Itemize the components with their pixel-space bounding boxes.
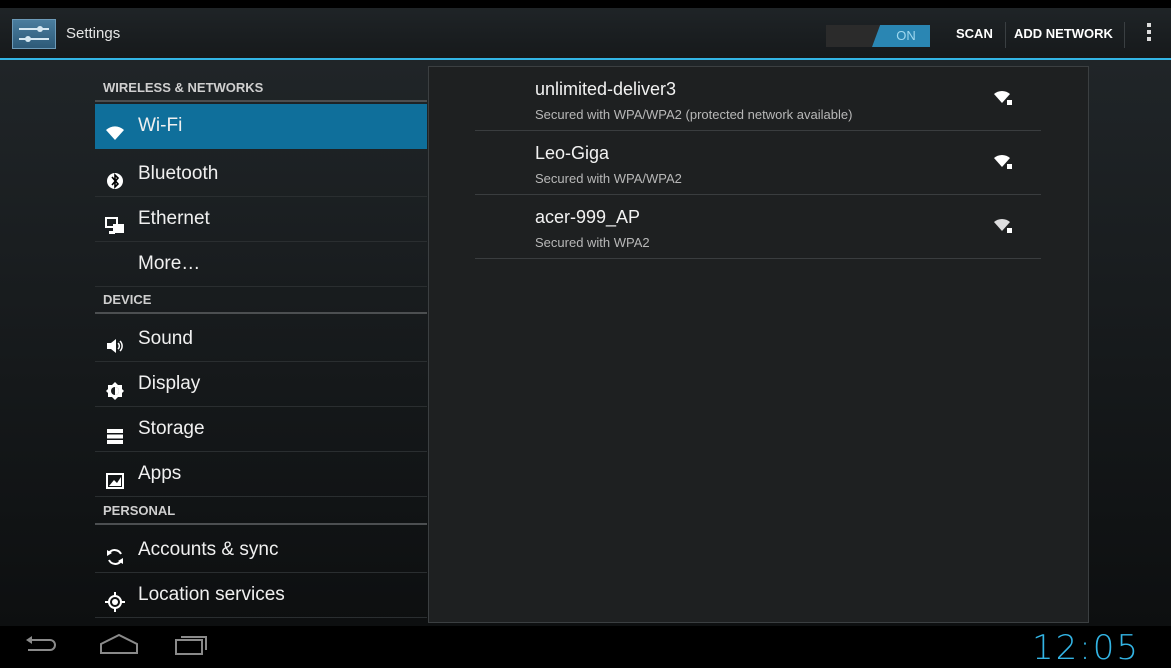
network-security: Secured with WPA2 [535, 235, 650, 250]
recent-apps-icon[interactable] [170, 632, 212, 658]
status-strip [0, 0, 1171, 8]
sidebar-item-bluetooth[interactable]: Bluetooth [95, 152, 427, 197]
display-icon [105, 374, 125, 400]
sidebar-item-location[interactable]: Location services [95, 573, 427, 618]
storage-icon [105, 419, 125, 444]
wifi-signal-locked-icon [993, 153, 1013, 171]
scan-button[interactable]: SCAN [956, 8, 993, 60]
network-name: unlimited-deliver3 [535, 79, 677, 99]
settings-sidebar: WIRELESS & NETWORKS Wi-Fi Bluetooth Ethe… [95, 60, 427, 626]
actionbar-divider [1005, 22, 1006, 48]
sidebar-item-sound[interactable]: Sound [95, 317, 427, 362]
sidebar-item-label: Bluetooth [138, 163, 219, 184]
sidebar-item-accounts-sync[interactable]: Accounts & sync [95, 528, 427, 573]
sidebar-item-label: Accounts & sync [138, 539, 279, 560]
sidebar-item-label: Display [138, 373, 201, 394]
sidebar-item-more[interactable]: More… [95, 242, 427, 287]
sidebar-item-ethernet[interactable]: Ethernet [95, 197, 427, 242]
wifi-icon [105, 116, 125, 140]
network-security: Secured with WPA/WPA2 [535, 171, 682, 186]
system-nav-bar: 12:05 [0, 626, 1171, 668]
section-header-device: DEVICE [95, 288, 427, 314]
sync-icon [105, 540, 125, 565]
sidebar-item-label: Apps [138, 463, 182, 484]
sidebar-item-label: Storage [138, 418, 205, 439]
section-header-wireless: WIRELESS & NETWORKS [95, 76, 427, 102]
location-icon [105, 585, 125, 612]
sidebar-item-apps[interactable]: Apps [95, 452, 427, 497]
ethernet-icon [105, 209, 125, 234]
sidebar-item-wifi[interactable]: Wi-Fi [95, 104, 427, 149]
sidebar-item-label: Location services [138, 584, 285, 605]
sidebar-item-label: Ethernet [138, 208, 210, 229]
network-name: Leo-Giga [535, 143, 610, 163]
wifi-signal-locked-icon [993, 89, 1013, 107]
network-row[interactable]: acer-999_AP Secured with WPA2 [475, 195, 1041, 259]
sidebar-item-display[interactable]: Display [95, 362, 427, 407]
network-security: Secured with WPA/WPA2 (protected network… [535, 107, 853, 122]
add-network-button[interactable]: ADD NETWORK [1014, 8, 1113, 60]
wifi-network-list: unlimited-deliver3 Secured with WPA/WPA2… [428, 66, 1089, 623]
wifi-signal-locked-icon [993, 217, 1013, 235]
section-header-personal: PERSONAL [95, 499, 427, 525]
network-row[interactable]: Leo-Giga Secured with WPA/WPA2 [475, 131, 1041, 195]
back-icon[interactable] [20, 632, 60, 658]
sidebar-item-storage[interactable]: Storage [95, 407, 427, 452]
wifi-toggle-on-label: ON [872, 25, 930, 47]
sidebar-item-label: Wi-Fi [138, 115, 183, 136]
actionbar-divider [1124, 22, 1125, 48]
apps-icon [105, 464, 125, 489]
overflow-menu-icon[interactable] [1145, 23, 1153, 47]
settings-app-icon[interactable] [12, 19, 56, 49]
home-icon[interactable] [96, 632, 142, 658]
network-name: acer-999_AP [535, 207, 641, 227]
clock: 12:05 [1032, 628, 1140, 668]
bluetooth-icon [105, 164, 125, 189]
settings-content: WIRELESS & NETWORKS Wi-Fi Bluetooth Ethe… [0, 60, 1171, 626]
wifi-toggle[interactable]: ON [826, 25, 930, 47]
sidebar-item-label: More… [138, 253, 201, 274]
sound-icon [105, 329, 125, 353]
action-bar: Settings ON SCAN ADD NETWORK [0, 8, 1171, 60]
app-title: Settings [66, 25, 121, 42]
network-row[interactable]: unlimited-deliver3 Secured with WPA/WPA2… [475, 67, 1041, 131]
sidebar-item-label: Sound [138, 328, 193, 349]
